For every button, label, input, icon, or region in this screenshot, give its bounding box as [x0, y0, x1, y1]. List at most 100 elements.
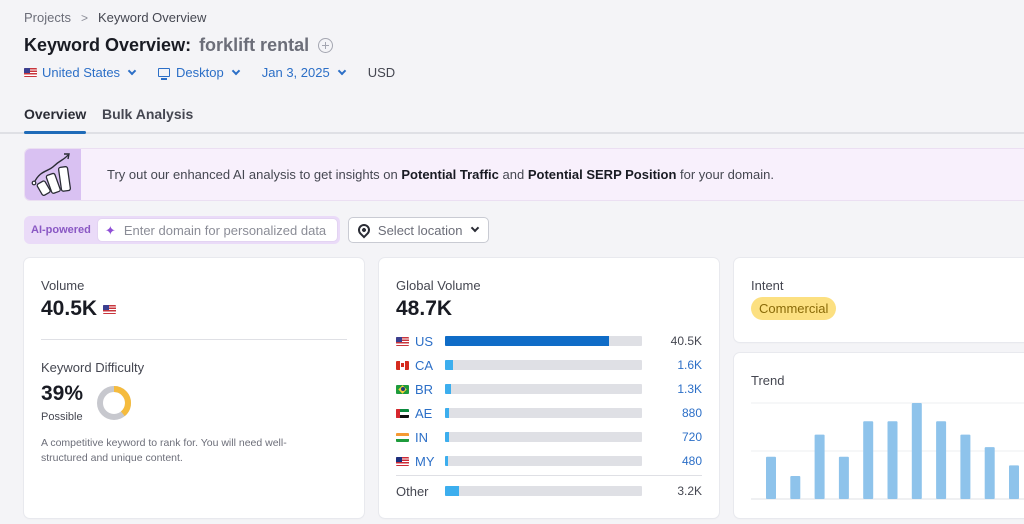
country-bar-track	[445, 360, 642, 370]
keyword-difficulty-value: 39%	[41, 382, 84, 405]
currency-label: USD	[367, 65, 396, 80]
keyword-difficulty-description: A competitive keyword to rank for. You w…	[41, 437, 287, 464]
country-value: 720	[681, 430, 702, 444]
banner-highlight-serp: Potential SERP Position	[527, 167, 677, 182]
us-flag-icon	[103, 304, 117, 314]
country-bar-track	[445, 336, 642, 346]
intent-label: Intent	[751, 278, 784, 293]
trend-bar[interactable]	[790, 475, 801, 499]
tab-overview[interactable]: Overview	[24, 106, 87, 134]
trend-bar[interactable]	[984, 447, 995, 499]
country-row-ae[interactable]: AE 880	[396, 405, 702, 421]
other-label: Other	[396, 483, 429, 499]
breadcrumb-projects[interactable]: Projects	[24, 10, 71, 25]
country-code: US	[415, 333, 434, 349]
country-code: CA	[415, 357, 434, 373]
device-dropdown-label: Desktop	[176, 65, 224, 80]
breadcrumb-separator: >	[80, 10, 88, 25]
country-bar-fill	[445, 408, 449, 418]
country-row-in[interactable]: IN 720	[396, 429, 702, 445]
divider	[396, 475, 702, 476]
country-value: 480	[681, 454, 702, 468]
country-bar-fill	[445, 384, 451, 394]
location-select[interactable]: Select location	[347, 217, 490, 243]
banner-text: Try out our enhanced AI analysis to get …	[107, 167, 774, 182]
banner-text-part: for your domain.	[676, 167, 774, 182]
breadcrumb: Projects > Keyword Overview	[24, 10, 206, 25]
country-value: 40.5K	[670, 334, 702, 348]
trend-bar[interactable]	[1009, 465, 1019, 499]
global-volume-value: 48.7K	[396, 297, 453, 320]
device-dropdown[interactable]: Desktop	[158, 65, 240, 80]
global-volume-label: Global Volume	[396, 278, 481, 293]
tab-bar: Overview Bulk Analysis	[0, 100, 1024, 134]
breadcrumb-keyword-overview: Keyword Overview	[97, 10, 207, 25]
trend-bar[interactable]	[887, 421, 898, 499]
monitor-icon	[158, 68, 171, 80]
keyword-difficulty-level: Possible	[41, 411, 83, 423]
global-volume-card: Global Volume 48.7K US 40.5K CA 1.6K BR …	[379, 258, 719, 518]
country-bar-fill	[445, 360, 453, 370]
ai-search-row: AI-powered ✦ Select location	[24, 216, 490, 244]
country-bar-track	[445, 432, 642, 442]
intent-card: Intent Commercial	[734, 258, 1024, 342]
trend-bar[interactable]	[838, 456, 849, 499]
country-bar-track	[445, 408, 642, 418]
trend-bar[interactable]	[766, 456, 776, 499]
banner-text-part: Try out our enhanced AI analysis to get …	[107, 167, 402, 182]
country-bar-fill	[445, 432, 449, 442]
trend-bar[interactable]	[911, 403, 922, 499]
country-bar-fill	[445, 336, 609, 346]
intent-badge: Commercial	[751, 297, 837, 320]
chevron-down-icon	[337, 66, 346, 75]
country-bar-fill	[445, 486, 459, 496]
country-code: MY	[415, 453, 435, 469]
other-value: 3.2K	[677, 484, 702, 498]
tab-bulk-analysis[interactable]: Bulk Analysis	[102, 106, 193, 122]
country-bar-track	[445, 486, 642, 496]
page-title-prefix: Keyword Overview:	[24, 35, 192, 55]
volume-value: 40.5K	[41, 297, 98, 320]
add-keyword-icon[interactable]	[318, 38, 334, 53]
country-row-br[interactable]: BR 1.3K	[396, 381, 702, 397]
country-row-my[interactable]: MY 480	[396, 453, 702, 469]
page-title: Keyword Overview: forklift rental	[24, 35, 334, 56]
date-dropdown[interactable]: Jan 3, 2025	[261, 65, 346, 80]
domain-input[interactable]	[123, 222, 334, 238]
banner-highlight-traffic: Potential Traffic	[401, 167, 499, 182]
trend-bar[interactable]	[960, 434, 971, 499]
ai-analysis-banner: Try out our enhanced AI analysis to get …	[24, 148, 1024, 201]
volume-value-row: 40.5K	[41, 297, 117, 321]
trend-card: Trend	[734, 353, 1024, 518]
trend-chart	[751, 402, 1024, 500]
country-code: AE	[415, 405, 433, 421]
country-row-ca[interactable]: CA 1.6K	[396, 357, 702, 373]
trend-bar[interactable]	[863, 421, 874, 499]
country-value: 1.6K	[677, 358, 702, 372]
country-dropdown-label: United States	[42, 65, 121, 80]
country-value: 1.3K	[677, 382, 702, 396]
domain-input-wrapper[interactable]: ✦	[96, 218, 338, 242]
growth-chart-illustration-icon	[25, 149, 81, 200]
country-value: 880	[681, 406, 702, 420]
location-pin-icon	[355, 221, 373, 239]
country-code: BR	[415, 381, 434, 397]
country-row-us[interactable]: US 40.5K	[396, 333, 702, 349]
banner-text-part: and	[498, 167, 528, 182]
ca-flag-icon	[396, 360, 409, 370]
country-dropdown[interactable]: United States	[24, 65, 137, 80]
trend-bar[interactable]	[814, 434, 825, 499]
page-title-keyword: forklift rental	[199, 35, 310, 55]
volume-card: Volume 40.5K Keyword Difficulty 39% Poss…	[24, 258, 364, 518]
chevron-down-icon	[231, 66, 240, 75]
ai-powered-badge: AI-powered	[31, 224, 91, 236]
date-dropdown-label: Jan 3, 2025	[261, 65, 330, 80]
trend-bar[interactable]	[936, 421, 947, 499]
divider	[41, 339, 347, 340]
my-flag-icon	[396, 456, 409, 466]
br-flag-icon	[396, 384, 409, 394]
country-code: IN	[415, 429, 428, 445]
country-bar-track	[445, 384, 642, 394]
ae-flag-icon	[396, 408, 409, 418]
location-select-label: Select location	[377, 222, 463, 238]
